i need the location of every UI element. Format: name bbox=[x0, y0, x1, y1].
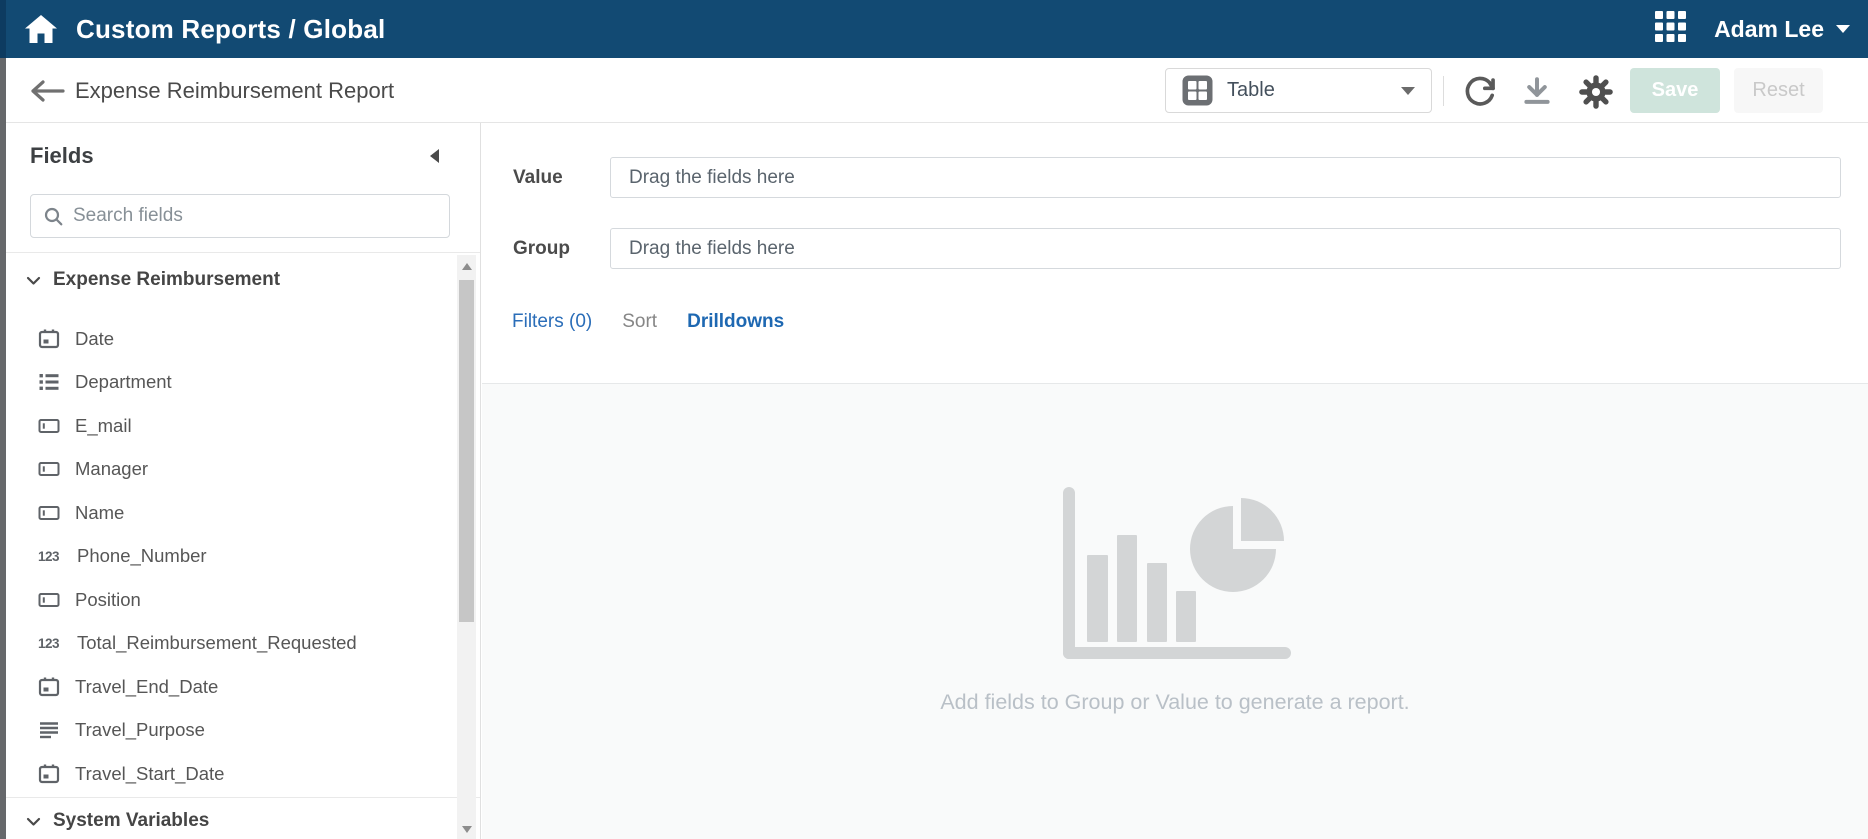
text-field-icon bbox=[38, 458, 60, 480]
gear-icon[interactable] bbox=[1578, 74, 1614, 110]
view-type-selected: Table bbox=[1227, 79, 1387, 102]
app-window: Custom Reports / Global Adam Lee bbox=[0, 0, 1868, 839]
group-label: Group bbox=[513, 228, 570, 269]
text-field-icon bbox=[38, 589, 60, 611]
reset-button[interactable]: Reset bbox=[1734, 68, 1823, 113]
section-header-system-variables[interactable]: System Variables bbox=[24, 810, 209, 832]
list-icon bbox=[38, 371, 60, 393]
group-dropzone[interactable]: Drag the fields here bbox=[610, 228, 1841, 269]
value-dropzone[interactable]: Drag the fields here bbox=[610, 157, 1841, 198]
chevron-down-icon bbox=[1401, 87, 1415, 95]
tab-sort[interactable]: Sort bbox=[622, 311, 657, 333]
page-title: Custom Reports / Global bbox=[76, 0, 385, 58]
field-item-department[interactable]: Department bbox=[0, 361, 455, 405]
multiline-text-icon bbox=[38, 719, 60, 741]
app-grid-icon[interactable] bbox=[1655, 11, 1686, 47]
field-item-position[interactable]: Position bbox=[0, 578, 455, 622]
scroll-up-icon[interactable] bbox=[462, 263, 472, 270]
chevron-down-icon bbox=[24, 271, 43, 290]
tab-filters[interactable]: Filters (0) bbox=[512, 311, 592, 333]
refresh-icon[interactable] bbox=[1462, 74, 1498, 110]
home-icon[interactable] bbox=[24, 14, 58, 44]
chevron-down-icon bbox=[24, 812, 43, 831]
window-edge bbox=[0, 58, 6, 839]
field-item-travel-end-date[interactable]: Travel_End_Date bbox=[0, 665, 455, 709]
chart-placeholder-icon bbox=[1063, 487, 1293, 667]
divider bbox=[0, 797, 480, 798]
field-list: Date Department E_mail Manager Name 123 … bbox=[0, 317, 455, 796]
save-button[interactable]: Save bbox=[1630, 68, 1720, 113]
svg-text:123: 123 bbox=[38, 549, 60, 564]
download-icon[interactable] bbox=[1519, 74, 1555, 110]
top-navigation-bar: Custom Reports / Global Adam Lee bbox=[0, 0, 1868, 58]
fields-panel-title: Fields bbox=[30, 143, 94, 169]
field-item-phone-number[interactable]: 123 Phone_Number bbox=[0, 535, 455, 579]
field-item-travel-start-date[interactable]: Travel_Start_Date bbox=[0, 752, 455, 796]
field-search-box bbox=[30, 194, 450, 238]
calendar-icon bbox=[38, 763, 60, 785]
field-item-manager[interactable]: Manager bbox=[0, 448, 455, 492]
field-item-total-reimbursement-requested[interactable]: 123 Total_Reimbursement_Requested bbox=[0, 622, 455, 666]
svg-text:123: 123 bbox=[38, 636, 60, 651]
number-123-icon: 123 bbox=[38, 632, 62, 654]
scroll-down-icon[interactable] bbox=[462, 826, 472, 833]
user-menu[interactable]: Adam Lee bbox=[1714, 16, 1850, 43]
user-name: Adam Lee bbox=[1714, 16, 1824, 43]
view-type-dropdown[interactable]: Table bbox=[1165, 68, 1432, 113]
chevron-down-icon bbox=[1836, 25, 1850, 33]
value-label: Value bbox=[513, 157, 563, 198]
field-item-e-mail[interactable]: E_mail bbox=[0, 404, 455, 448]
builder-tabs: Filters (0) Sort Drilldowns bbox=[512, 311, 784, 333]
back-arrow-icon[interactable] bbox=[28, 79, 66, 103]
tab-drilldowns[interactable]: Drilldowns bbox=[687, 311, 784, 333]
collapse-panel-icon[interactable] bbox=[430, 149, 439, 163]
field-item-travel-purpose[interactable]: Travel_Purpose bbox=[0, 709, 455, 753]
empty-state-message: Add fields to Group or Value to generate… bbox=[482, 690, 1868, 715]
report-title: Expense Reimbursement Report bbox=[75, 58, 394, 123]
search-icon bbox=[43, 206, 64, 227]
number-123-icon: 123 bbox=[38, 545, 62, 567]
section-header-expense-reimbursement[interactable]: Expense Reimbursement bbox=[24, 269, 280, 291]
window-edge bbox=[0, 0, 6, 58]
sidebar-scrollbar[interactable] bbox=[457, 255, 476, 839]
calendar-icon bbox=[38, 676, 60, 698]
table-view-icon bbox=[1182, 75, 1213, 106]
calendar-icon bbox=[38, 328, 60, 350]
field-item-name[interactable]: Name bbox=[0, 491, 455, 535]
search-input[interactable] bbox=[73, 205, 437, 227]
divider bbox=[0, 252, 480, 253]
report-preview-area: Add fields to Group or Value to generate… bbox=[482, 384, 1868, 839]
field-item-date[interactable]: Date bbox=[0, 317, 455, 361]
toolbar-divider bbox=[1443, 76, 1444, 106]
text-field-icon bbox=[38, 415, 60, 437]
text-field-icon bbox=[38, 502, 60, 524]
scrollbar-thumb[interactable] bbox=[459, 280, 474, 622]
fields-panel: Fields Expense Reimbursement Date bbox=[0, 123, 481, 839]
